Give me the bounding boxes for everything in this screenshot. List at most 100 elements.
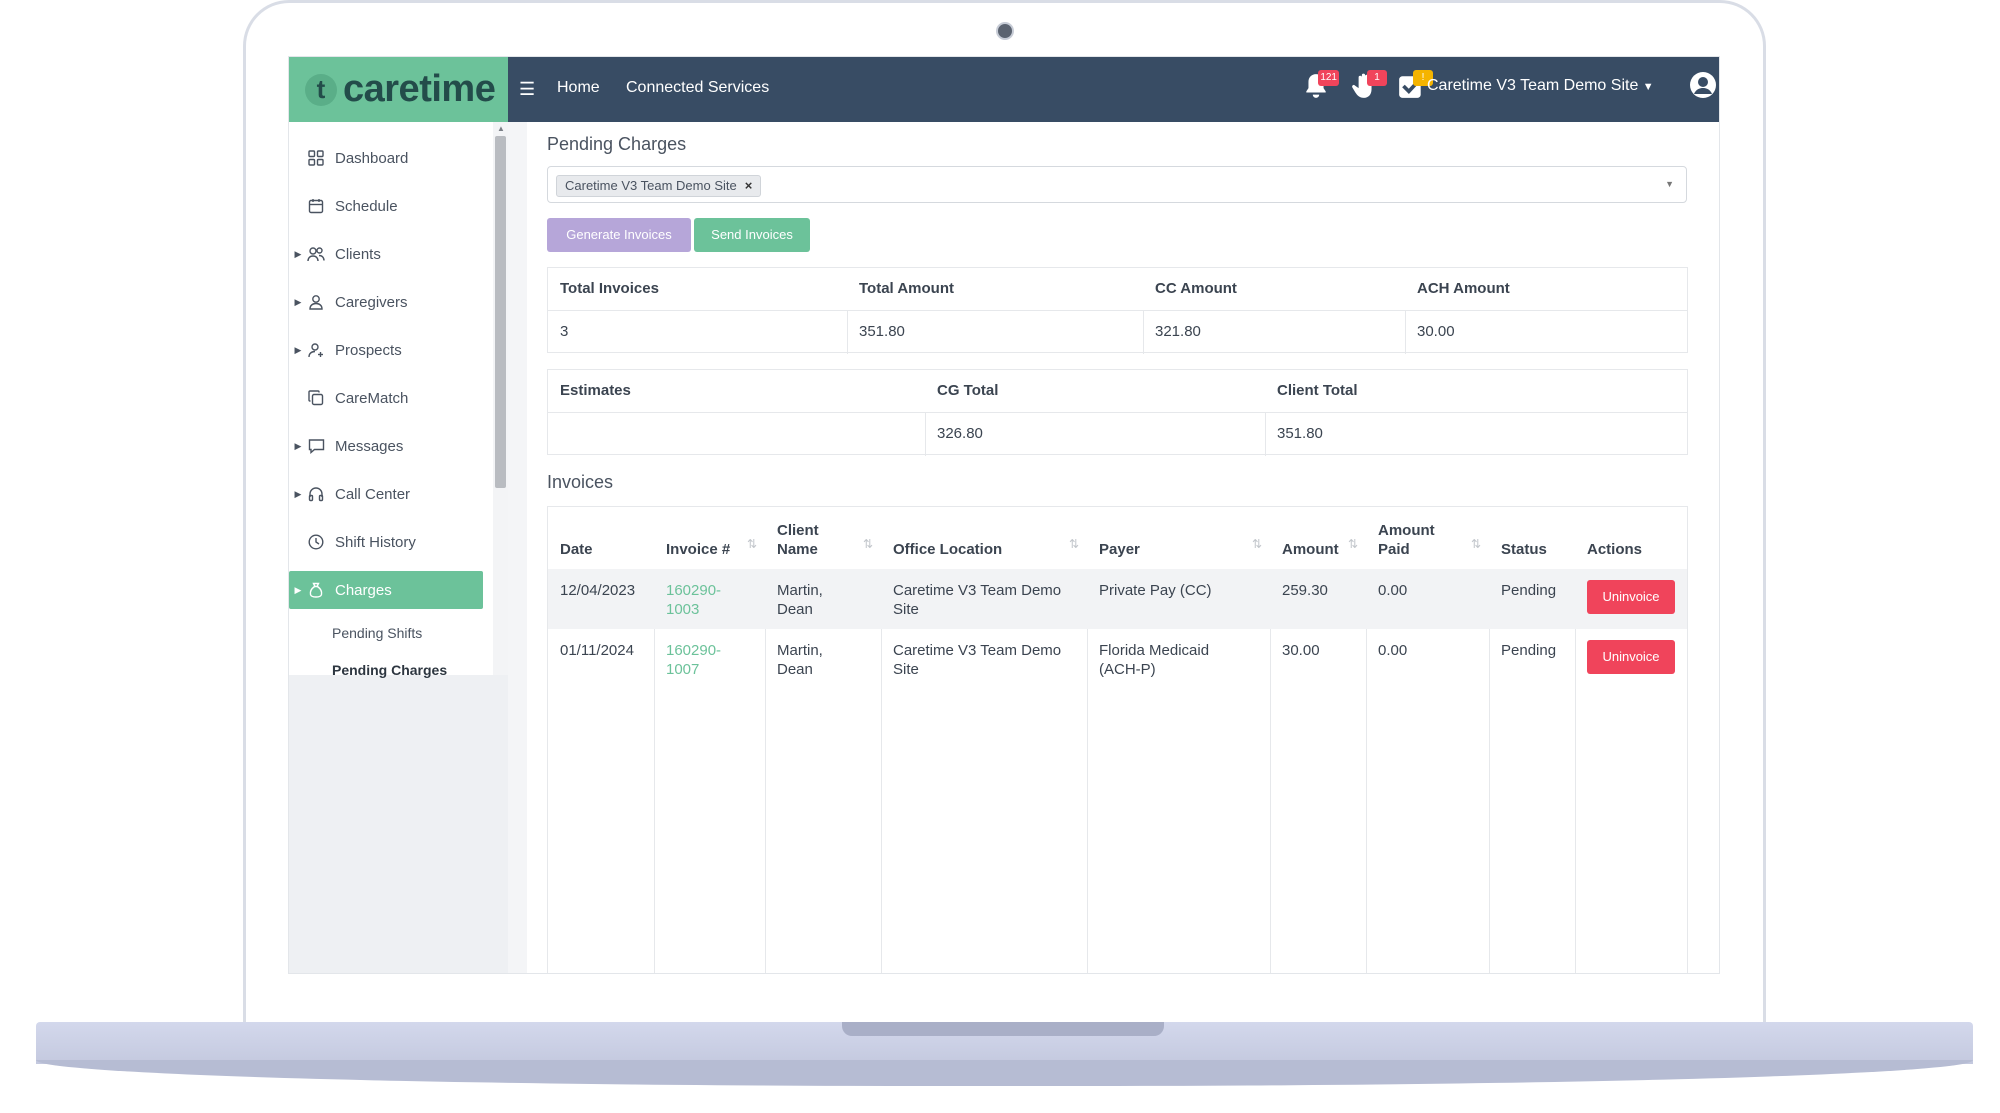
tasks-checkbox-icon[interactable]: ! [1397, 70, 1433, 102]
cell-office-location: Caretime V3 Team Demo Site [893, 642, 1062, 678]
sidebar-item-label: Shift History [335, 533, 416, 551]
sidebar-subitem-pending-shifts[interactable]: Pending Shifts [332, 625, 422, 641]
sort-icon[interactable]: ⇅ [747, 537, 757, 551]
cell-client-name: Martin, Dean [777, 642, 823, 678]
laptop-notch [842, 1022, 1164, 1036]
calendar-icon [307, 197, 325, 215]
uninvoice-button[interactable]: Uninvoice [1587, 640, 1675, 674]
hamburger-menu-icon[interactable]: ☰ [519, 79, 535, 100]
sidebar-item-charges[interactable]: ▶ Charges [289, 571, 483, 609]
site-selector-label: Caretime V3 Team Demo Site [1427, 77, 1639, 94]
client-total-value: 351.80 [1277, 425, 1323, 442]
sidebar-item-label: Schedule [335, 197, 398, 215]
cell-date: 01/11/2024 [560, 642, 634, 659]
chevron-down-icon[interactable]: ▼ [1665, 179, 1674, 189]
sort-icon[interactable]: ⇅ [1069, 537, 1079, 551]
invoice-link[interactable]: 160290-1003 [666, 581, 736, 619]
cell-payer: Florida Medicaid (ACH-P) [1099, 642, 1210, 678]
sort-icon[interactable]: ⇅ [863, 537, 873, 551]
user-account-icon[interactable] [1689, 71, 1717, 104]
top-navbar: t caretime ☰ Home Connected Services 121… [289, 57, 1719, 122]
column-header-amount-paid[interactable]: Amount Paid [1378, 521, 1458, 559]
camera-icon [996, 22, 1014, 40]
sort-icon[interactable]: ⇅ [1252, 537, 1262, 551]
total-amount-value: 351.80 [859, 323, 905, 340]
copy-icon [307, 389, 325, 407]
estimates-header: Estimates [560, 382, 631, 399]
sidebar-item-dashboard[interactable]: Dashboard [289, 139, 483, 177]
main-content: Pending Charges Caretime V3 Team Demo Si… [508, 122, 1719, 973]
table-row: 01/11/2024 160290-1007 Martin, Dean Care… [548, 629, 1687, 689]
invoices-section-title: Invoices [547, 472, 614, 492]
estimates-header: CG Total [937, 382, 999, 399]
app-screen: t caretime ☰ Home Connected Services 121… [288, 56, 1720, 974]
uninvoice-button[interactable]: Uninvoice [1587, 580, 1675, 614]
sort-icon[interactable]: ⇅ [1471, 537, 1481, 551]
logo[interactable]: t caretime [289, 57, 508, 122]
sidebar-item-caregivers[interactable]: ▶ Caregivers [289, 283, 483, 321]
sidebar-subitem-pending-charges[interactable]: Pending Charges [332, 662, 447, 678]
sidebar-item-messages[interactable]: ▶ Messages [289, 427, 483, 465]
remove-chip-icon[interactable]: × [745, 178, 753, 193]
invoice-link[interactable]: 160290-1007 [666, 641, 736, 679]
sidebar-item-clients[interactable]: ▶ Clients [289, 235, 483, 273]
caret-right-icon: ▶ [294, 296, 302, 307]
nav-connected-services-link[interactable]: Connected Services [626, 79, 769, 97]
sidebar: Dashboard Schedule ▶ Clients ▶ Caregiver… [289, 122, 508, 973]
headset-icon [307, 485, 325, 503]
sidebar-item-label: Dashboard [335, 149, 409, 167]
column-header-actions: Actions [1587, 541, 1643, 558]
column-header-date[interactable]: Date [560, 521, 593, 559]
laptop-base-edge [36, 1060, 1973, 1086]
sidebar-scrollbar-thumb[interactable] [495, 136, 506, 488]
cell-status: Pending [1501, 642, 1557, 659]
generate-invoices-button[interactable]: Generate Invoices [547, 218, 691, 252]
sidebar-item-label: Charges [335, 581, 392, 599]
table-row: 12/04/2023 160290-1003 Martin, Dean Care… [548, 569, 1687, 629]
ach-amount-value: 30.00 [1417, 323, 1455, 340]
cell-amount: 30.00 [1282, 642, 1320, 659]
nav-home-link[interactable]: Home [557, 79, 600, 97]
requests-badge: 1 [1367, 70, 1387, 86]
content-gutter [508, 122, 527, 973]
site-filter-select[interactable]: Caretime V3 Team Demo Site × ▼ [547, 166, 1687, 203]
message-icon [307, 437, 325, 455]
sidebar-item-schedule[interactable]: Schedule [289, 187, 483, 225]
column-header-office-location[interactable]: Office Location [893, 521, 1002, 559]
column-header-client-name[interactable]: Client Name [777, 521, 857, 559]
site-filter-chip: Caretime V3 Team Demo Site × [556, 175, 762, 197]
summary-header: ACH Amount [1417, 280, 1510, 297]
column-header-invoice[interactable]: Invoice # [666, 521, 730, 559]
caret-right-icon: ▶ [294, 584, 302, 595]
caret-right-icon: ▶ [294, 344, 302, 355]
caret-right-icon: ▶ [294, 440, 302, 451]
sidebar-item-call-center[interactable]: ▶ Call Center [289, 475, 483, 513]
cell-amount-paid: 0.00 [1378, 582, 1408, 599]
sort-icon[interactable]: ⇅ [1348, 537, 1358, 551]
sidebar-item-label: Messages [335, 437, 404, 455]
sidebar-item-carematch[interactable]: CareMatch [289, 379, 483, 417]
sidebar-item-prospects[interactable]: ▶ Prospects [289, 331, 483, 369]
hand-stop-icon[interactable]: 1 [1351, 70, 1387, 102]
estimates-table: Estimates CG Total Client Total 326.80 3… [547, 369, 1688, 456]
column-header-amount[interactable]: Amount [1282, 521, 1339, 559]
site-selector-dropdown[interactable]: Caretime V3 Team Demo Site ▼ [1427, 77, 1654, 95]
cell-date: 12/04/2023 [560, 582, 636, 599]
column-header-payer[interactable]: Payer [1099, 521, 1140, 559]
cell-amount-paid: 0.00 [1378, 642, 1408, 659]
sidebar-item-shift-history[interactable]: Shift History [289, 523, 483, 561]
notifications-badge: 121 [1318, 70, 1339, 86]
send-invoices-button[interactable]: Send Invoices [694, 218, 810, 252]
user-add-icon [307, 341, 325, 359]
sidebar-item-label: Prospects [335, 341, 402, 359]
column-header-status[interactable]: Status [1501, 521, 1547, 559]
caret-down-icon: ▼ [1642, 81, 1654, 93]
sidebar-item-label: CareMatch [335, 389, 409, 407]
total-invoices-value: 3 [560, 323, 569, 340]
users-icon [307, 245, 325, 263]
notifications-bell-icon[interactable]: 121 [1303, 70, 1339, 102]
sidebar-menu: Dashboard Schedule ▶ Clients ▶ Caregiver… [289, 122, 493, 678]
cell-office-location: Caretime V3 Team Demo Site [893, 582, 1062, 618]
scroll-up-arrow-icon[interactable]: ▲ [497, 124, 505, 133]
summary-header: Total Amount [859, 280, 954, 297]
